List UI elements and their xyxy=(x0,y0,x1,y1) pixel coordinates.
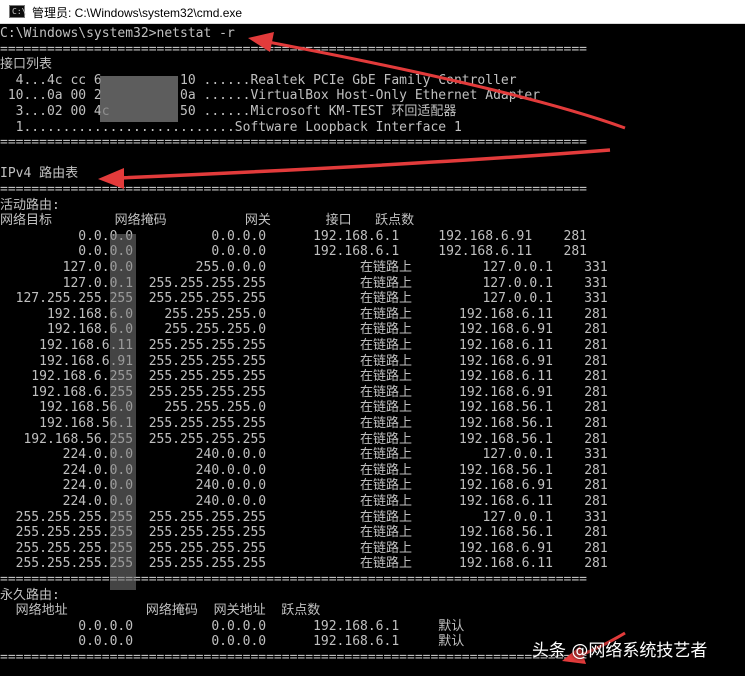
console-line: 224.0.0.0 240.0.0.0 在链路上 192.168.6.11 28… xyxy=(0,494,608,509)
console-line: 127.255.255.255 255.255.255.255 在链路上 127… xyxy=(0,291,608,307)
console-line: 192.168.6.255 255.255.255.255 在链路上 192.1… xyxy=(0,369,608,385)
console-line: 192.168.6.11 255.255.255.255 在链路上 192.16… xyxy=(0,338,608,353)
title-bar[interactable]: C:\ 管理员: C:\Windows\system32\cmd.exe xyxy=(0,0,745,24)
console-line: IPv4 路由表 xyxy=(0,166,79,182)
console-line: 255.255.255.255 255.255.255.255 在链路上 192… xyxy=(0,556,608,572)
redaction-mac xyxy=(100,76,178,122)
cmd-icon-glyph: C:\ xyxy=(12,7,27,16)
console-line: 192.168.56.1 255.255.255.255 在链路上 192.16… xyxy=(0,416,608,431)
cmd-icon[interactable]: C:\ xyxy=(9,5,27,18)
console-line: ========================================… xyxy=(0,572,587,587)
console-line: 接口列表 xyxy=(0,57,53,73)
console-line: ========================================… xyxy=(0,41,587,57)
console-line: 127.0.0.1 255.255.255.255 在链路上 127.0.0.1… xyxy=(0,275,608,291)
console-line: 224.0.0.0 240.0.0.0 在链路上 192.168.6.91 28… xyxy=(0,478,608,494)
console-line: ========================================… xyxy=(0,135,587,151)
console-line: 活动路由: xyxy=(0,197,60,213)
console-line: 127.0.0.0 255.0.0.0 在链路上 127.0.0.1 331 xyxy=(0,260,608,275)
console-line: 网络目标 网络掩码 网关 接口 跃点数 xyxy=(0,213,415,229)
console-line: 3...02 00 4c 50 ......Microsoft KM-TEST … xyxy=(0,104,457,119)
console-line: 1...........................Software Loo… xyxy=(0,119,462,135)
console-line: ========================================… xyxy=(0,650,587,665)
console-line: 0.0.0.0 0.0.0.0 192.168.6.1 默认 xyxy=(0,618,465,634)
console-line: 192.168.56.255 255.255.255.255 在链路上 192.… xyxy=(0,431,608,447)
window-title: 管理员: C:\Windows\system32\cmd.exe xyxy=(32,6,243,20)
console-line: 网络地址 网络掩码 网关地址 跃点数 xyxy=(0,603,321,619)
console-line: 10...0a 00 2 0a ......VirtualBox Host-On… xyxy=(0,88,541,104)
console-line: 4...4c cc 6 10 ......Realtek PCIe GbE Fa… xyxy=(0,72,517,88)
console-line: ========================================… xyxy=(0,182,587,197)
console-line: 192.168.56.0 255.255.255.0 在链路上 192.168.… xyxy=(0,400,608,416)
console-line: 0.0.0.0 0.0.0.0 192.168.6.1 默认 xyxy=(0,634,465,650)
console-line: 255.255.255.255 255.255.255.255 在链路上 192… xyxy=(0,540,608,556)
console-line: 192.168.6.255 255.255.255.255 在链路上 192.1… xyxy=(0,384,608,400)
console-line: 224.0.0.0 240.0.0.0 在链路上 127.0.0.1 331 xyxy=(0,447,608,463)
console-line: 永久路由: xyxy=(0,587,60,603)
console-line: 0.0.0.0 0.0.0.0 192.168.6.1 192.168.6.91… xyxy=(0,228,587,244)
console-line: 0.0.0.0 0.0.0.0 192.168.6.1 192.168.6.11… xyxy=(0,244,587,260)
console-line: 192.168.6.91 255.255.255.255 在链路上 192.16… xyxy=(0,353,608,369)
console-line: C:\Windows\system32>netstat -r xyxy=(0,26,235,41)
watermark: 头条 @网络系统技艺者 xyxy=(532,641,708,661)
console-line: 255.255.255.255 255.255.255.255 在链路上 192… xyxy=(0,525,608,541)
console-line: 192.168.6.0 255.255.255.0 在链路上 192.168.6… xyxy=(0,322,608,338)
console-line: 255.255.255.255 255.255.255.255 在链路上 127… xyxy=(0,509,608,525)
console-line: 224.0.0.0 240.0.0.0 在链路上 192.168.56.1 28… xyxy=(0,462,608,478)
console-line: 192.168.6.0 255.255.255.0 在链路上 192.168.6… xyxy=(0,306,608,322)
redaction-ip-column xyxy=(110,234,136,590)
